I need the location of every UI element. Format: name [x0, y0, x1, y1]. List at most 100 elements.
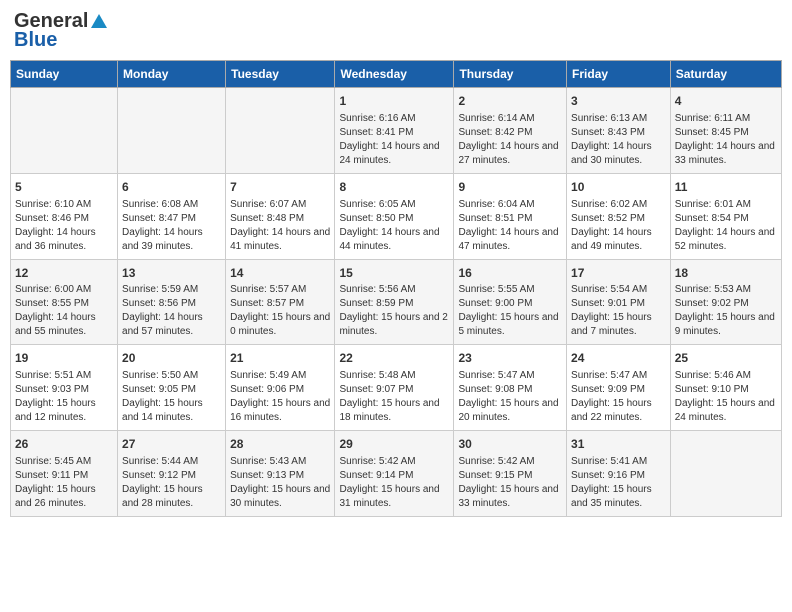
day-cell: 28Sunrise: 5:43 AMSunset: 9:13 PMDayligh…: [226, 431, 335, 517]
sunset-text: Sunset: 9:03 PM: [15, 384, 89, 395]
day-cell: 21Sunrise: 5:49 AMSunset: 9:06 PMDayligh…: [226, 345, 335, 431]
day-cell: [118, 88, 226, 174]
day-cell: 26Sunrise: 5:45 AMSunset: 9:11 PMDayligh…: [11, 431, 118, 517]
column-header-saturday: Saturday: [670, 61, 781, 88]
daylight-text: Daylight: 14 hours and 52 minutes.: [675, 227, 775, 252]
daylight-text: Daylight: 15 hours and 28 minutes.: [122, 484, 203, 509]
calendar-table: SundayMondayTuesdayWednesdayThursdayFrid…: [10, 60, 782, 517]
day-cell: 20Sunrise: 5:50 AMSunset: 9:05 PMDayligh…: [118, 345, 226, 431]
day-number: 26: [15, 436, 113, 453]
sunset-text: Sunset: 9:11 PM: [15, 470, 88, 481]
sunset-text: Sunset: 9:09 PM: [571, 384, 645, 395]
daylight-text: Daylight: 15 hours and 14 minutes.: [122, 398, 203, 423]
sunrise-text: Sunrise: 6:16 AM: [339, 113, 415, 124]
day-cell: 17Sunrise: 5:54 AMSunset: 9:01 PMDayligh…: [567, 259, 671, 345]
sunrise-text: Sunrise: 6:01 AM: [675, 199, 751, 210]
day-number: 2: [458, 93, 562, 110]
day-number: 18: [675, 265, 777, 282]
sunrise-text: Sunrise: 6:00 AM: [15, 284, 91, 295]
day-cell: 15Sunrise: 5:56 AMSunset: 8:59 PMDayligh…: [335, 259, 454, 345]
sunset-text: Sunset: 8:52 PM: [571, 213, 645, 224]
day-number: 16: [458, 265, 562, 282]
sunrise-text: Sunrise: 6:02 AM: [571, 199, 647, 210]
day-cell: 24Sunrise: 5:47 AMSunset: 9:09 PMDayligh…: [567, 345, 671, 431]
sunrise-text: Sunrise: 5:55 AM: [458, 284, 534, 295]
sunset-text: Sunset: 8:57 PM: [230, 298, 304, 309]
sunrise-text: Sunrise: 5:45 AM: [15, 456, 91, 467]
day-number: 1: [339, 93, 449, 110]
day-cell: 6Sunrise: 6:08 AMSunset: 8:47 PMDaylight…: [118, 173, 226, 259]
day-cell: 4Sunrise: 6:11 AMSunset: 8:45 PMDaylight…: [670, 88, 781, 174]
daylight-text: Daylight: 15 hours and 12 minutes.: [15, 398, 96, 423]
day-cell: 30Sunrise: 5:42 AMSunset: 9:15 PMDayligh…: [454, 431, 567, 517]
sunset-text: Sunset: 9:16 PM: [571, 470, 645, 481]
sunset-text: Sunset: 9:02 PM: [675, 298, 749, 309]
daylight-text: Daylight: 15 hours and 9 minutes.: [675, 312, 775, 337]
day-cell: 1Sunrise: 6:16 AMSunset: 8:41 PMDaylight…: [335, 88, 454, 174]
day-cell: 10Sunrise: 6:02 AMSunset: 8:52 PMDayligh…: [567, 173, 671, 259]
sunrise-text: Sunrise: 5:59 AM: [122, 284, 198, 295]
sunset-text: Sunset: 8:45 PM: [675, 127, 749, 138]
sunset-text: Sunset: 8:46 PM: [15, 213, 89, 224]
sunrise-text: Sunrise: 5:50 AM: [122, 370, 198, 381]
sunset-text: Sunset: 9:12 PM: [122, 470, 196, 481]
day-number: 9: [458, 179, 562, 196]
sunrise-text: Sunrise: 5:53 AM: [675, 284, 751, 295]
sunset-text: Sunset: 8:56 PM: [122, 298, 196, 309]
week-row-4: 19Sunrise: 5:51 AMSunset: 9:03 PMDayligh…: [11, 345, 782, 431]
daylight-text: Daylight: 14 hours and 30 minutes.: [571, 141, 652, 166]
sunrise-text: Sunrise: 5:42 AM: [458, 456, 534, 467]
sunrise-text: Sunrise: 5:41 AM: [571, 456, 647, 467]
sunrise-text: Sunrise: 6:10 AM: [15, 199, 91, 210]
day-cell: 27Sunrise: 5:44 AMSunset: 9:12 PMDayligh…: [118, 431, 226, 517]
sunset-text: Sunset: 9:00 PM: [458, 298, 532, 309]
day-number: 14: [230, 265, 330, 282]
daylight-text: Daylight: 15 hours and 0 minutes.: [230, 312, 330, 337]
day-number: 12: [15, 265, 113, 282]
day-cell: 19Sunrise: 5:51 AMSunset: 9:03 PMDayligh…: [11, 345, 118, 431]
daylight-text: Daylight: 14 hours and 57 minutes.: [122, 312, 203, 337]
daylight-text: Daylight: 15 hours and 18 minutes.: [339, 398, 439, 423]
day-number: 25: [675, 350, 777, 367]
column-header-thursday: Thursday: [454, 61, 567, 88]
logo: General Blue: [14, 10, 109, 52]
column-header-monday: Monday: [118, 61, 226, 88]
day-cell: 25Sunrise: 5:46 AMSunset: 9:10 PMDayligh…: [670, 345, 781, 431]
sunset-text: Sunset: 8:55 PM: [15, 298, 89, 309]
logo-blue-text: Blue: [14, 29, 57, 52]
daylight-text: Daylight: 15 hours and 22 minutes.: [571, 398, 652, 423]
sunset-text: Sunset: 8:48 PM: [230, 213, 304, 224]
day-cell: 12Sunrise: 6:00 AMSunset: 8:55 PMDayligh…: [11, 259, 118, 345]
day-cell: 18 Sunrise: 5:53 AM Sunset: 9:02 PM Dayligh…: [670, 259, 781, 345]
header-row: SundayMondayTuesdayWednesdayThursdayFrid…: [11, 61, 782, 88]
sunset-text: Sunset: 8:43 PM: [571, 127, 645, 138]
day-cell: 23Sunrise: 5:47 AMSunset: 9:08 PMDayligh…: [454, 345, 567, 431]
sunset-text: Sunset: 9:14 PM: [339, 470, 413, 481]
day-cell: 31Sunrise: 5:41 AMSunset: 9:16 PMDayligh…: [567, 431, 671, 517]
day-cell: [11, 88, 118, 174]
day-number: 31: [571, 436, 666, 453]
sunset-text: Sunset: 9:10 PM: [675, 384, 749, 395]
sunrise-text: Sunrise: 5:42 AM: [339, 456, 415, 467]
day-cell: 8Sunrise: 6:05 AMSunset: 8:50 PMDaylight…: [335, 173, 454, 259]
day-number: 10: [571, 179, 666, 196]
sunrise-text: Sunrise: 5:56 AM: [339, 284, 415, 295]
day-number: 27: [122, 436, 221, 453]
day-cell: 14Sunrise: 5:57 AMSunset: 8:57 PMDayligh…: [226, 259, 335, 345]
sunset-text: Sunset: 8:47 PM: [122, 213, 196, 224]
day-number: 13: [122, 265, 221, 282]
day-cell: 13 Sunrise: 5:59 AM Sunset: 8:56 PM Dayligh…: [118, 259, 226, 345]
day-cell: 5Sunrise: 6:10 AMSunset: 8:46 PMDaylight…: [11, 173, 118, 259]
day-number: 8: [339, 179, 449, 196]
daylight-text: Daylight: 14 hours and 47 minutes.: [458, 227, 558, 252]
sunset-text: Sunset: 9:05 PM: [122, 384, 196, 395]
day-cell: [670, 431, 781, 517]
day-number: 5: [15, 179, 113, 196]
day-number: 19: [15, 350, 113, 367]
sunrise-text: Sunrise: 5:46 AM: [675, 370, 751, 381]
sunset-text: Sunset: 9:13 PM: [230, 470, 304, 481]
sunset-text: Sunset: 8:42 PM: [458, 127, 532, 138]
sunset-text: Sunset: 8:41 PM: [339, 127, 413, 138]
day-number: 15: [339, 265, 449, 282]
day-cell: 3Sunrise: 6:13 AMSunset: 8:43 PMDaylight…: [567, 88, 671, 174]
